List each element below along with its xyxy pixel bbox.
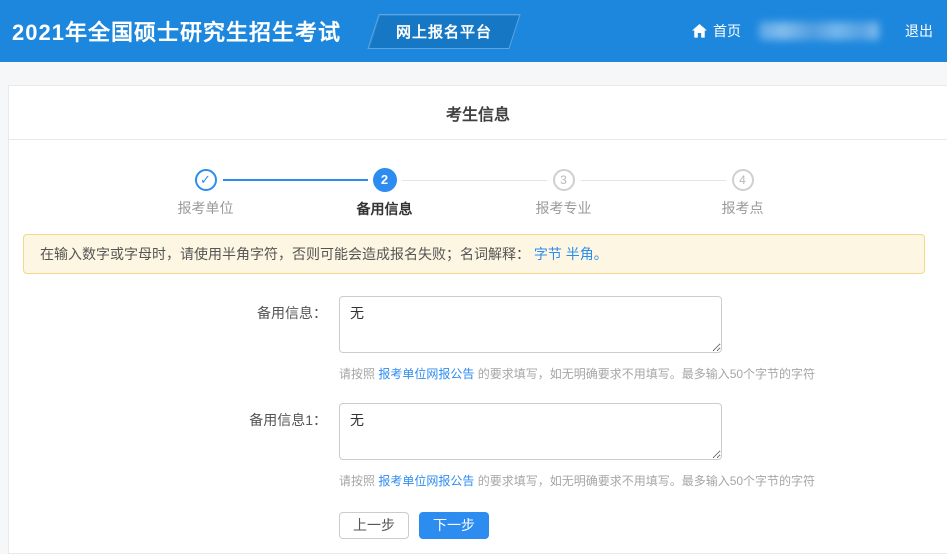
backup-info1-help: 请按照 报考单位网报公告 的要求填写，如无明确要求不用填写。最多输入50个字节的…	[339, 474, 816, 488]
username-redacted	[759, 22, 879, 40]
unit-notice-link[interactable]: 报考单位网报公告	[378, 474, 474, 488]
step-baokao-danwei: ✓ 报考单位	[116, 169, 368, 219]
backup-info1-control: 无 请按照 报考单位网报公告 的要求填写，如无明确要求不用填写。最多输入50个字…	[339, 403, 815, 489]
step-label: 报考点	[721, 200, 764, 216]
step-number: 4	[731, 169, 754, 191]
backup-info-form: 备用信息： 无 请按照 报考单位网报公告 的要求填写，如无明确要求不用填写。最多…	[23, 296, 925, 539]
step-label: 报考专业	[535, 200, 592, 216]
check-icon: ✓	[194, 169, 217, 191]
step-label: 备用信息	[356, 201, 413, 217]
halfwidth-notice-alert: 在输入数字或字母时，请使用半角字符，否则可能会造成报名失败；名词解释： 字节 半…	[23, 234, 925, 274]
app-header: 2021年全国硕士研究生招生考试 网上报名平台 首页 退出	[0, 0, 947, 62]
header-nav: 首页 退出	[692, 21, 933, 41]
form-row-backup-info: 备用信息： 无 请按照 报考单位网报公告 的要求填写，如无明确要求不用填写。最多…	[23, 296, 925, 382]
step-beiyong-xinxi: 2 备用信息	[295, 168, 547, 219]
platform-badge-label: 网上报名平台	[395, 23, 492, 41]
step-baokao-zhuanye: 3 报考专业	[474, 169, 726, 219]
backup-info1-textarea[interactable]: 无	[339, 403, 722, 460]
nav-home-link[interactable]: 首页	[692, 21, 741, 41]
step-number: 2	[372, 168, 397, 192]
halfwidth-explain-link[interactable]: 半角	[566, 244, 594, 264]
form-buttons: 上一步 下一步	[23, 512, 925, 539]
form-row-backup-info1: 备用信息1： 无 请按照 报考单位网报公告 的要求填写，如无明确要求不用填写。最…	[23, 403, 925, 489]
backup-info-textarea[interactable]: 无	[339, 296, 722, 353]
step-baokao-dian: 4 报考点	[653, 169, 832, 219]
prev-step-button[interactable]: 上一步	[339, 512, 409, 539]
home-icon	[692, 24, 707, 38]
unit-notice-link[interactable]: 报考单位网报公告	[378, 367, 474, 381]
step-number: 3	[552, 169, 575, 191]
alert-suffix: 。	[593, 246, 608, 262]
nav-logout-link[interactable]: 退出	[905, 21, 933, 41]
nav-home-label: 首页	[713, 23, 741, 39]
backup-info-help: 请按照 报考单位网报公告 的要求填写，如无明确要求不用填写。最多输入50个字节的…	[339, 367, 816, 381]
byte-explain-link[interactable]: 字节	[534, 244, 562, 264]
backup-info-label: 备用信息：	[257, 305, 327, 321]
page-title: 考生信息	[9, 86, 947, 140]
next-step-button[interactable]: 下一步	[419, 512, 489, 539]
backup-info1-label: 备用信息1：	[249, 412, 327, 428]
content-panel: 考生信息 ✓ 报考单位 2 备用信息 3 报考专业 4 报考点 在输入数字或字母…	[8, 85, 947, 554]
stepper: ✓ 报考单位 2 备用信息 3 报考专业 4 报考点	[116, 168, 832, 219]
backup-info-control: 无 请按照 报考单位网报公告 的要求填写，如无明确要求不用填写。最多输入50个字…	[339, 296, 815, 382]
platform-badge: 网上报名平台	[367, 13, 521, 49]
alert-text: 在输入数字或字母时，请使用半角字符，否则可能会造成报名失败；名词解释：	[40, 246, 534, 262]
app-title: 2021年全国硕士研究生招生考试	[12, 20, 341, 45]
step-label: 报考单位	[177, 200, 234, 216]
